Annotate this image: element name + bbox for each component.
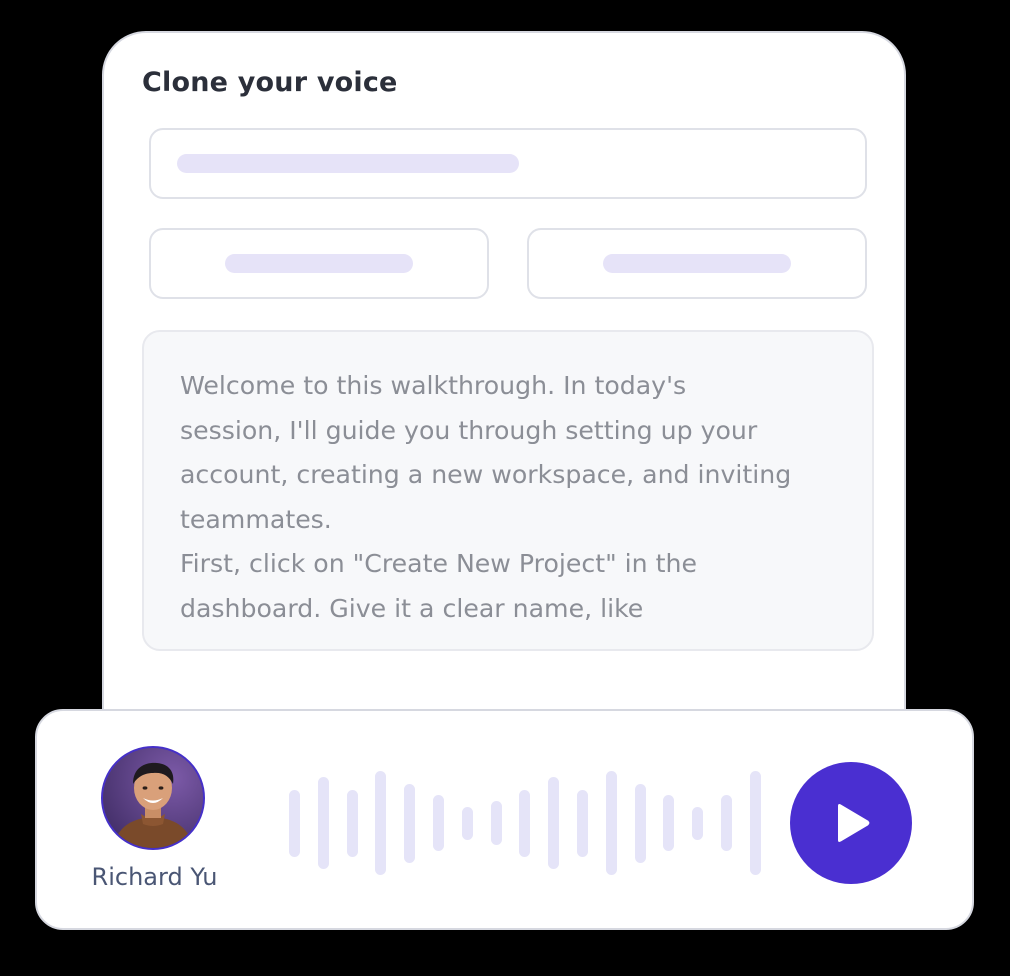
waveform-bar: [606, 771, 617, 875]
placeholder-bar: [177, 154, 519, 173]
waveform-bar: [663, 795, 674, 851]
voice-name-field[interactable]: [149, 128, 867, 199]
waveform-bar: [577, 790, 588, 857]
avatar-portrait-icon: [103, 748, 203, 848]
waveform-bar: [289, 790, 300, 857]
waveform-bar: [404, 784, 415, 863]
placeholder-bar: [603, 254, 791, 273]
waveform-bar: [721, 795, 732, 851]
placeholder-bar: [225, 254, 413, 273]
voice-option-field-right[interactable]: [527, 228, 867, 299]
waveform-bar: [462, 807, 473, 840]
clone-voice-card: Clone your voice Welcome to this walkthr…: [102, 31, 906, 791]
play-button[interactable]: [790, 762, 912, 884]
waveform-bar: [433, 795, 444, 851]
voice-option-field-left[interactable]: [149, 228, 489, 299]
waveform-bar: [635, 784, 646, 863]
waveform-bar: [347, 790, 358, 857]
waveform-bar: [750, 771, 761, 875]
avatar: [101, 746, 205, 850]
waveform-bar: [692, 807, 703, 840]
play-icon: [838, 804, 870, 842]
script-textarea[interactable]: Welcome to this walkthrough. In today's …: [142, 330, 874, 651]
audio-waveform: [289, 771, 769, 875]
card-title: Clone your voice: [142, 67, 398, 98]
waveform-bar: [318, 777, 329, 869]
voice-clone-illustration: Clone your voice Welcome to this walkthr…: [0, 0, 1010, 976]
waveform-bar: [375, 771, 386, 875]
script-text: Welcome to this walkthrough. In today's …: [180, 371, 792, 623]
waveform-bar: [548, 777, 559, 869]
waveform-bar: [519, 790, 530, 857]
audio-player: Richard Yu: [35, 709, 974, 930]
waveform-bar: [491, 801, 502, 845]
speaker-name: Richard Yu: [91, 863, 218, 891]
